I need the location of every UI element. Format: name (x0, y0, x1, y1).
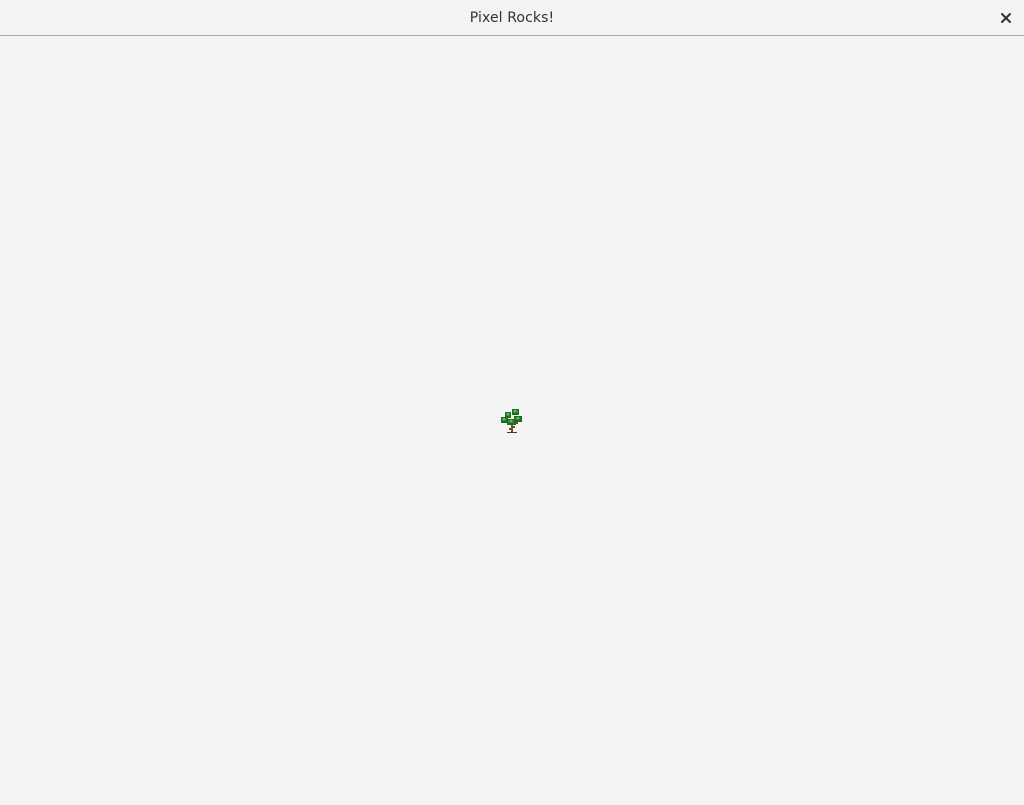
window-title: Pixel Rocks! (469, 9, 555, 26)
close-icon (1001, 13, 1011, 23)
title-bar[interactable]: Pixel Rocks! (0, 0, 1024, 36)
tree-icon (501, 409, 522, 433)
close-button[interactable] (994, 6, 1018, 30)
app-window: Pixel Rocks! (0, 0, 1024, 805)
game-canvas[interactable] (0, 37, 1024, 805)
